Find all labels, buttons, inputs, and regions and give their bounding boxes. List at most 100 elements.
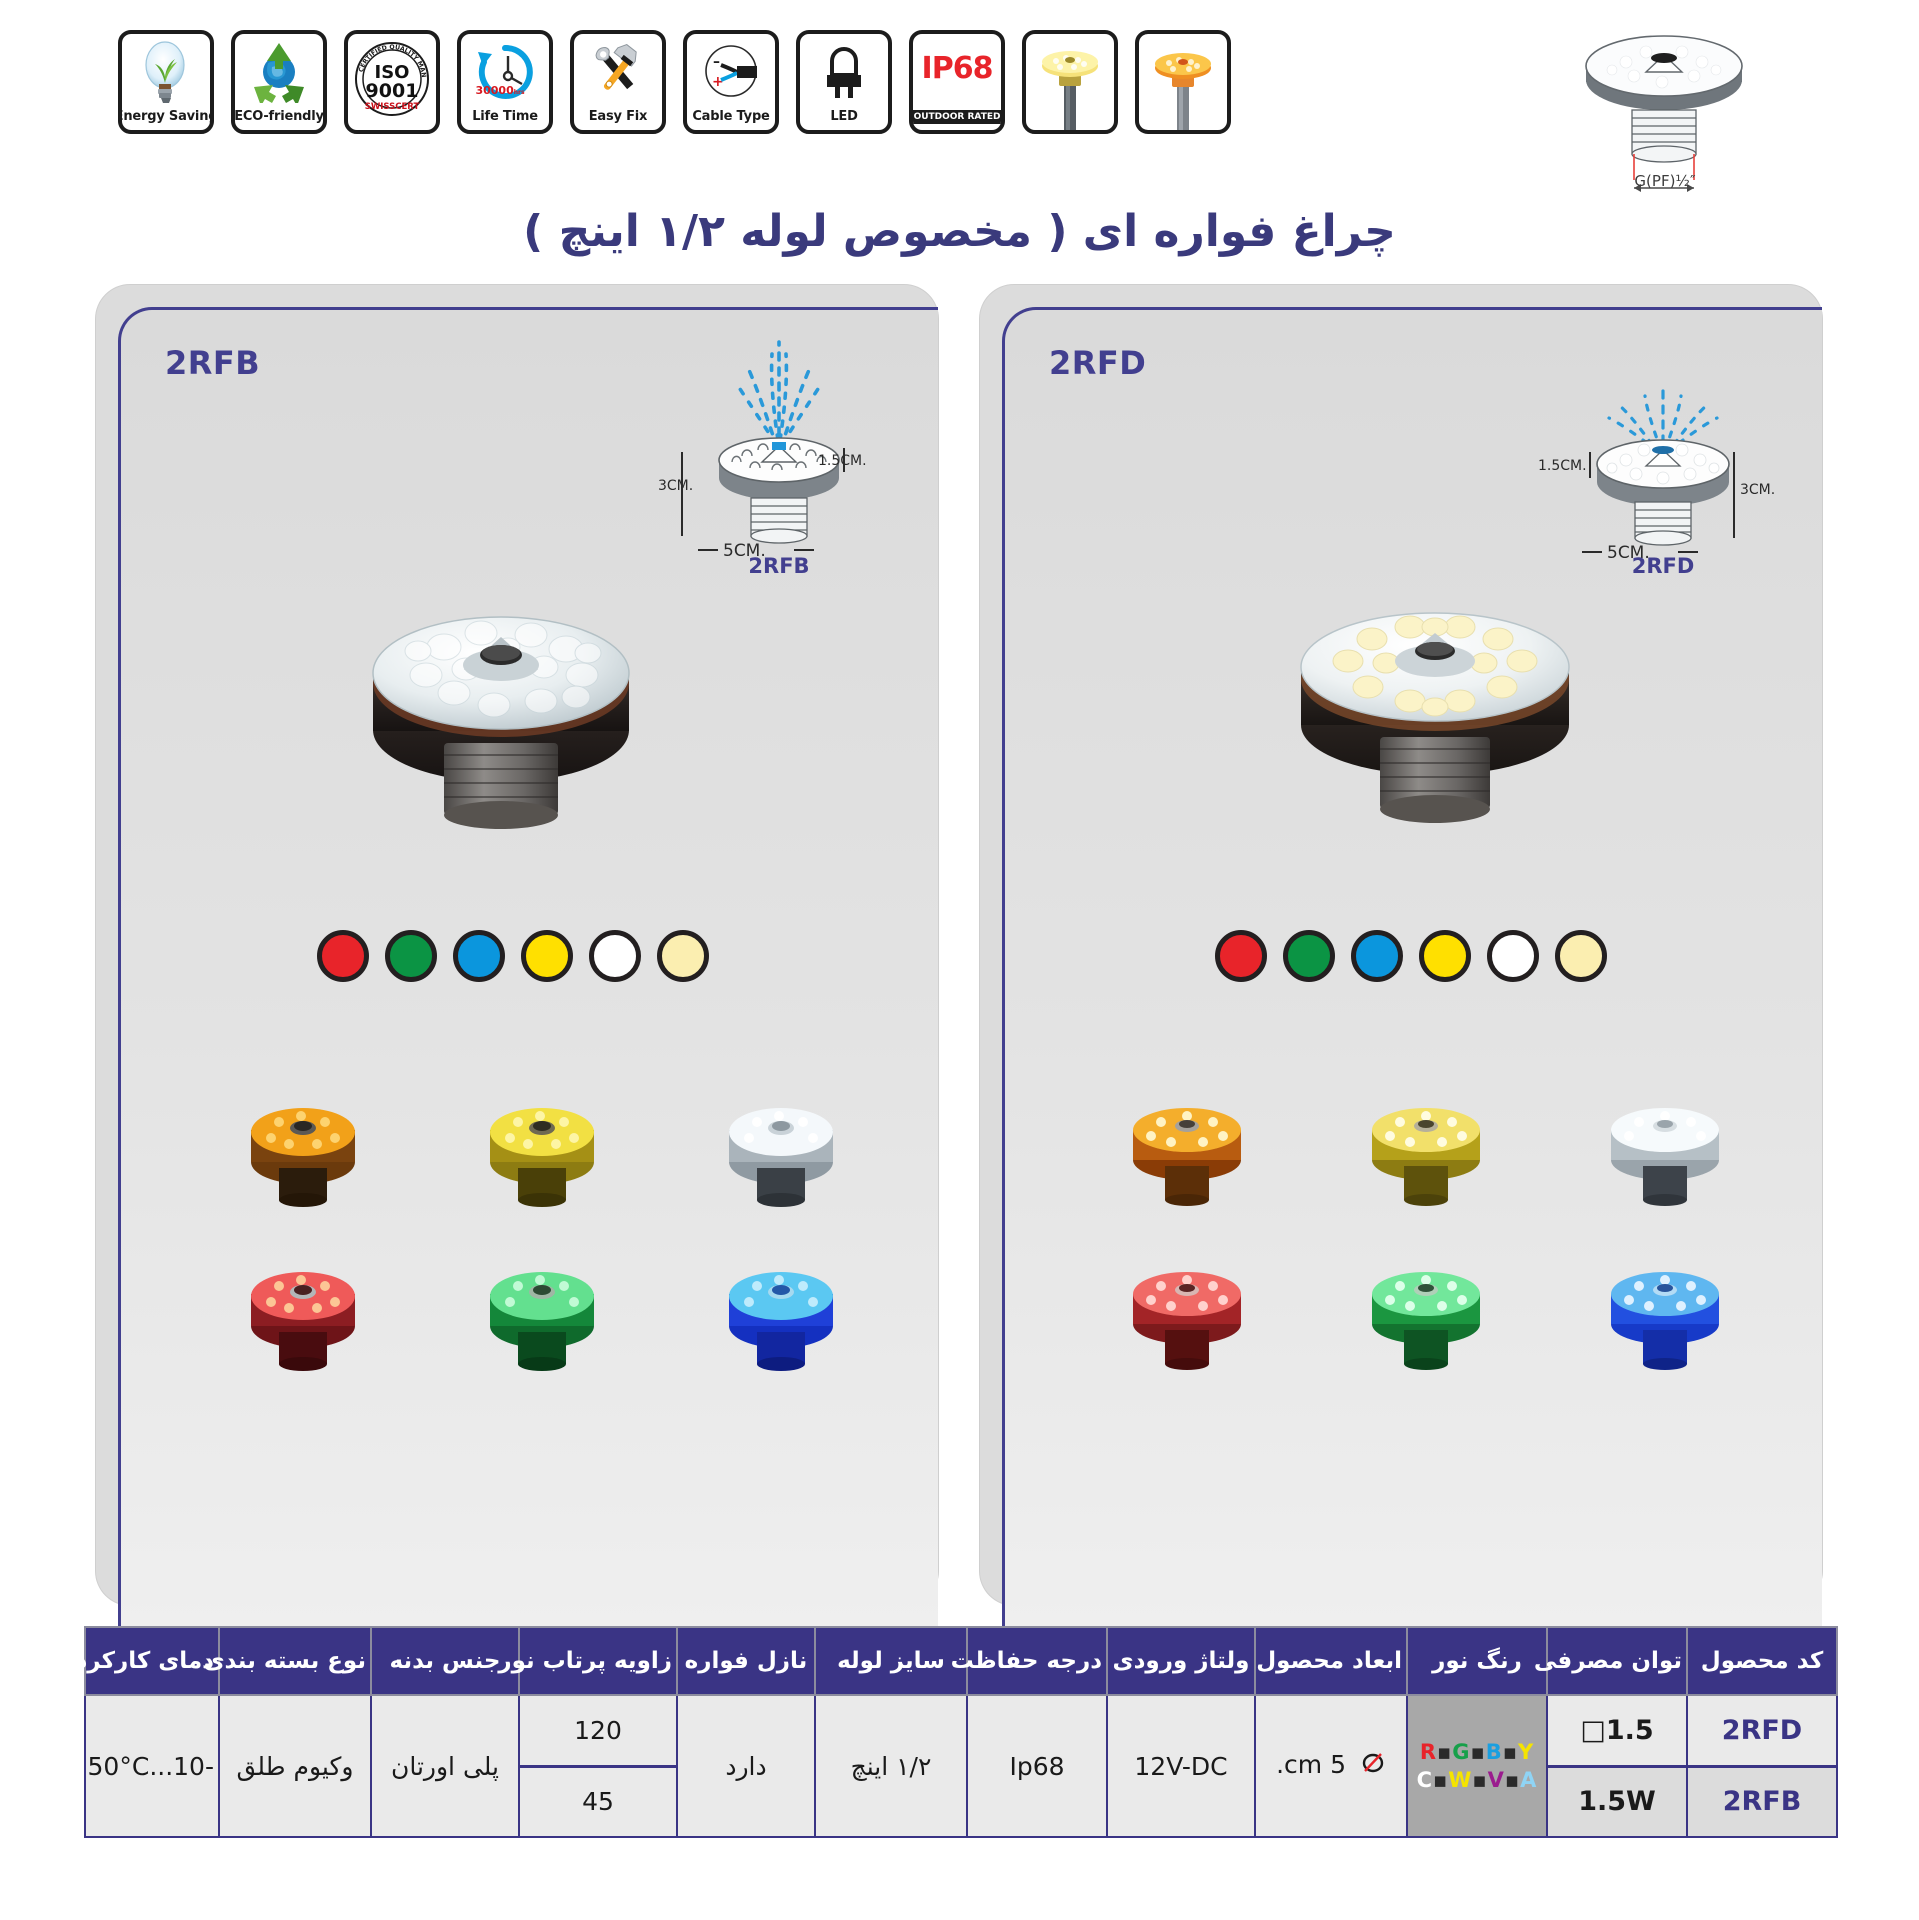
product-green bbox=[1346, 1234, 1506, 1384]
beam-angle-top: 120 bbox=[520, 1696, 676, 1768]
specification-table: کد محصول توان مصرفی رنگ نور ابعاد محصول … bbox=[75, 1626, 1838, 1838]
product-amber bbox=[1107, 1070, 1267, 1220]
dim-right-label: 1.5CM. bbox=[818, 453, 867, 469]
svg-text:+: + bbox=[712, 74, 724, 90]
th-light-color: رنگ نور bbox=[1406, 1626, 1548, 1696]
color-swatch-row bbox=[317, 930, 709, 982]
fountain-lamp-photo-orange-icon bbox=[1139, 34, 1227, 130]
ip-outdoor-rated-label: OUTDOOR RATED bbox=[913, 110, 1001, 124]
swatch-yellow bbox=[521, 930, 573, 982]
td-temperature: -10...50°C bbox=[84, 1694, 220, 1838]
badge-caption: LED bbox=[830, 109, 858, 124]
panel-product-code: 2RFD bbox=[1049, 344, 1147, 382]
swatch-yellow bbox=[1419, 930, 1471, 982]
th-protection: درجه حفاظت bbox=[951, 1626, 1108, 1696]
panel-inner: 2RFD 1.5CM. 3CM. 5CM. 2RFD bbox=[1002, 307, 1822, 1627]
td-packaging: وکیوم طلق bbox=[218, 1694, 372, 1838]
badge-caption: Life Time bbox=[472, 109, 538, 124]
diameter-icon bbox=[1360, 1750, 1386, 1782]
dim-left-label: 3CM. bbox=[658, 478, 694, 494]
dimensions-value: 5 cm. bbox=[1276, 1750, 1346, 1779]
color-swatch-row bbox=[1215, 930, 1607, 982]
iso-9001-seal-icon: CERTIFIED QUALITY MANAGEMENT SYSTEM ISO … bbox=[348, 34, 436, 124]
thread-dimension-label: G(PF)½″ bbox=[1634, 172, 1696, 190]
svg-text:SWISSCERT: SWISSCERT bbox=[365, 102, 420, 112]
swatch-white bbox=[589, 930, 641, 982]
product-color-grid bbox=[1067, 1070, 1785, 1384]
life-time-clock-icon: 30000hrs bbox=[461, 34, 549, 109]
product-yellow bbox=[462, 1070, 622, 1220]
product-blue bbox=[701, 1234, 861, 1384]
badge-lamp-photo-orange bbox=[1135, 30, 1231, 134]
panel-inner: 2RFB 3CM. 1.5CM. 5CM. 2RFB bbox=[118, 307, 938, 1627]
swatch-warm-white bbox=[657, 930, 709, 982]
led-component-icon bbox=[800, 34, 888, 109]
product-code-bottom: 2RFB bbox=[1688, 1767, 1836, 1836]
td-beam-angles: 120 45 bbox=[518, 1694, 678, 1838]
product-amber bbox=[223, 1070, 383, 1220]
dim-left-label: 1.5CM. bbox=[1538, 458, 1587, 474]
product-white bbox=[1585, 1070, 1745, 1220]
th-temperature: دمای کارکرد bbox=[75, 1626, 220, 1696]
energy-saving-bulb-icon bbox=[122, 34, 210, 109]
product-red bbox=[1107, 1234, 1267, 1384]
ip68-rating-icon: IP68 bbox=[913, 34, 1001, 104]
page-title: چراغ فواره ای ( مخصوص لوله ۱/۲ اینچ ) bbox=[523, 206, 1396, 257]
power-bottom: 1.5W bbox=[1548, 1767, 1686, 1836]
fountain-lamp-photo-yellow-icon bbox=[1026, 34, 1114, 130]
product-code-top: 2RFD bbox=[1688, 1696, 1836, 1768]
product-blue bbox=[1585, 1234, 1745, 1384]
badge-cable-type: – + Cable Type bbox=[683, 30, 779, 134]
td-product-codes: 2RFD 2RFB bbox=[1686, 1694, 1838, 1838]
table-header-row: کد محصول توان مصرفی رنگ نور ابعاد محصول … bbox=[75, 1626, 1838, 1696]
main-product-photo bbox=[1260, 515, 1610, 855]
product-panel-2RFB: 2RFB 3CM. 1.5CM. 5CM. 2RFB bbox=[96, 285, 938, 1627]
swatch-blue bbox=[1351, 930, 1403, 982]
swatch-blue bbox=[453, 930, 505, 982]
dim-right-label: 3CM. bbox=[1740, 482, 1776, 498]
catalog-page: Energy Saving ECO-friendly CERTIFIED QUA… bbox=[0, 0, 1919, 1920]
swatch-green bbox=[385, 930, 437, 982]
feature-badge-strip: Energy Saving ECO-friendly CERTIFIED QUA… bbox=[118, 30, 1231, 134]
swatch-red bbox=[317, 930, 369, 982]
badge-ip68: IP68 OUTDOOR RATED bbox=[909, 30, 1005, 134]
th-body-material: جنس بدنه bbox=[370, 1626, 520, 1696]
td-powers: 1.5□ 1.5W bbox=[1546, 1694, 1688, 1838]
td-protection: Ip68 bbox=[966, 1694, 1108, 1838]
th-pipe-size: سایز لوله bbox=[814, 1626, 968, 1696]
ip-rating-text: IP68 bbox=[921, 51, 994, 86]
light-colors-line-2: C▪W▪V▪A bbox=[1416, 1768, 1538, 1792]
product-panel-2RFD: 2RFD 1.5CM. 3CM. 5CM. 2RFD bbox=[980, 285, 1822, 1627]
product-red bbox=[223, 1234, 383, 1384]
swatch-white bbox=[1487, 930, 1539, 982]
product-green bbox=[462, 1234, 622, 1384]
td-pipe-size: ۱/۲ اینچ bbox=[814, 1694, 968, 1838]
th-nozzle: نازل فواره bbox=[676, 1626, 816, 1696]
power-top: 1.5□ bbox=[1548, 1696, 1686, 1768]
td-voltage: 12V-DC bbox=[1106, 1694, 1256, 1838]
td-body-material: پلی اورتان bbox=[370, 1694, 520, 1838]
th-product-code: کد محصول bbox=[1686, 1626, 1838, 1696]
th-power: توان مصرفی bbox=[1534, 1626, 1688, 1696]
badge-life-time: 30000hrs Life Time bbox=[457, 30, 553, 134]
beam-angle-bottom: 45 bbox=[582, 1787, 614, 1817]
light-colors-line-1: R▪G▪B▪Y bbox=[1419, 1739, 1535, 1764]
badge-energy-saving: Energy Saving bbox=[118, 30, 214, 134]
badge-caption: Easy Fix bbox=[588, 109, 648, 124]
badge-lamp-photo-yellow bbox=[1022, 30, 1118, 134]
product-color-grid bbox=[183, 1070, 901, 1384]
main-product-photo bbox=[326, 515, 676, 855]
th-dimensions: ابعاد محصول bbox=[1254, 1626, 1408, 1696]
svg-text:30000hrs: 30000hrs bbox=[475, 84, 525, 97]
th-voltage: ولتاژ ورودی bbox=[1106, 1626, 1256, 1696]
product-white bbox=[701, 1070, 861, 1220]
th-packaging: نوع بسته بندی bbox=[203, 1626, 372, 1696]
badge-caption: Energy Saving bbox=[118, 109, 214, 124]
swatch-red bbox=[1215, 930, 1267, 982]
svg-text:9001: 9001 bbox=[366, 80, 419, 102]
diagram-product-code: 2RFB bbox=[748, 554, 810, 578]
table-row: 2RFD 2RFB 1.5□ 1.5W R▪G▪B▪Y C▪W▪V▪A 5 cm… bbox=[84, 1694, 1838, 1838]
td-nozzle: دارد bbox=[676, 1694, 816, 1838]
swatch-green bbox=[1283, 930, 1335, 982]
swatch-warm-white bbox=[1555, 930, 1607, 982]
